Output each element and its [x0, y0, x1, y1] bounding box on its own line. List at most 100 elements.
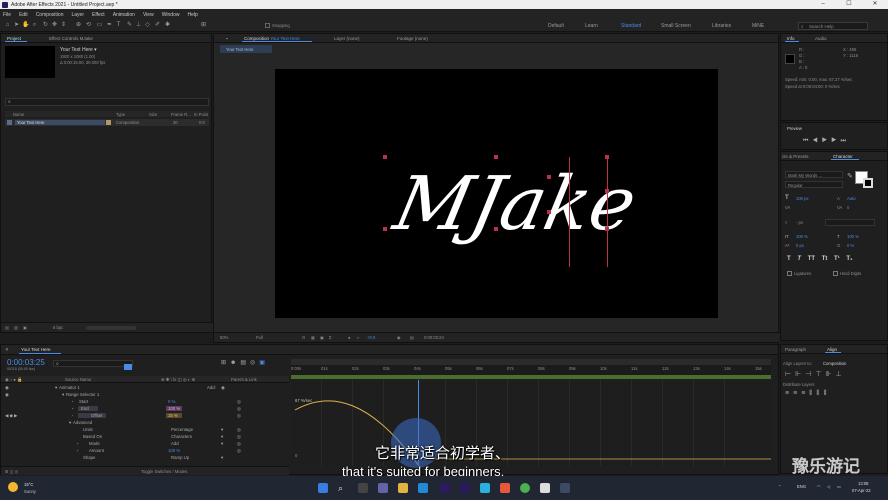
ligatures-checkbox[interactable] — [787, 271, 792, 276]
bounding-handle[interactable] — [383, 227, 387, 231]
lock-icon[interactable]: ▪ — [226, 36, 228, 41]
range-selector-start-guide[interactable] — [569, 157, 570, 267]
tab-layer[interactable]: Layer (none) — [334, 36, 360, 41]
col-source-name[interactable]: Source Name — [65, 377, 91, 382]
timeline-row-amount[interactable]: ◔ Amount 100 % ◎ — [1, 447, 289, 454]
last-frame-icon[interactable]: ⏭ — [840, 138, 849, 144]
workspace-libraries[interactable]: Libraries — [712, 23, 731, 29]
clock-time[interactable]: 13:08 — [858, 481, 868, 486]
tracking-value[interactable]: 0 — [847, 205, 849, 210]
color-channel-icon[interactable]: ● — [348, 335, 351, 340]
zoom-tool-icon[interactable]: ⌕ — [31, 22, 38, 29]
distribute-vcenter-icon[interactable]: ≡ — [793, 390, 801, 397]
col-name[interactable]: Name — [13, 112, 24, 117]
stopwatch-active-icon[interactable]: ◔ — [71, 413, 74, 418]
timeline-row-advanced[interactable]: ▾ Advanced — [1, 419, 289, 426]
menu-composition[interactable]: Composition — [36, 12, 64, 18]
subscript-button[interactable]: T₁ — [846, 256, 852, 262]
eyedropper-icon[interactable]: ✎ — [847, 172, 853, 180]
timeline-row-units[interactable]: Units Percentage ▾ ◎ — [1, 426, 289, 433]
timeline-row-offset[interactable]: ◀ ◆ ▶ ◔ Offset 15 % ◎ — [1, 412, 289, 419]
graph-editor-icon[interactable]: ▣ — [259, 360, 269, 366]
app-taskbar-icon[interactable] — [560, 483, 570, 493]
align-left-icon[interactable]: ⊢ — [785, 371, 795, 378]
col-in-point[interactable]: In Point — [194, 112, 208, 117]
puppet-pin-tool-icon[interactable]: ✱ — [164, 22, 171, 29]
hand-tool-icon[interactable]: ✋ — [22, 22, 29, 29]
align-hcenter-icon[interactable]: ⊩ — [795, 371, 805, 378]
pan-tool-icon[interactable]: ✥ — [51, 22, 58, 29]
exposure-value[interactable]: +0.0 — [367, 335, 375, 340]
timeline-search-input[interactable]: ⌕ — [53, 360, 133, 367]
leading-value[interactable]: Auto — [847, 196, 856, 201]
font-family-dropdown[interactable]: Mark My Words ... — [785, 171, 843, 178]
timeline-row-start[interactable]: ◔ Start 0 % ◎ — [1, 398, 289, 405]
comp-timecode[interactable]: 0:00:03:24 — [424, 335, 444, 340]
thumbnail-size-slider[interactable] — [86, 326, 136, 330]
stroke-width-value[interactable]: - px — [796, 220, 803, 225]
menu-edit[interactable]: Edit — [19, 12, 28, 18]
exposure-reset-icon[interactable]: ◐ — [357, 335, 360, 340]
menu-help[interactable]: Help — [187, 12, 197, 18]
motion-blur-icon[interactable]: ◎ — [250, 360, 259, 366]
draft-3d-icon[interactable]: ⊞ — [221, 360, 230, 366]
align-vcenter-icon[interactable]: ⊪ — [825, 371, 835, 378]
tray-chevron-icon[interactable]: ⌃ — [778, 484, 782, 489]
workspace-mine[interactable]: MiNE — [752, 23, 764, 29]
close-icon[interactable]: ✕ — [862, 0, 888, 9]
search-help-input[interactable]: ⌕ Search Help — [798, 22, 868, 30]
timeline-row-animator[interactable]: ◉ ▾ Animator 1 Add: ◉ — [1, 384, 289, 391]
time-ruler[interactable]: 0:00s 01s 02s 03s 04s 05s 06s 07s 08s 09… — [291, 365, 771, 375]
tab-effect-controls[interactable]: Effect Controls MJake — [49, 36, 93, 41]
bounding-handle[interactable] — [547, 210, 551, 214]
based-on-dropdown[interactable]: Characters — [171, 434, 192, 439]
clone-stamp-tool-icon[interactable]: ⊥ — [135, 22, 142, 29]
toggle-switches-modes[interactable]: Toggle Switches / Modes — [141, 469, 187, 474]
menu-file[interactable]: File — [3, 12, 11, 18]
project-search-input[interactable]: ⌕ — [5, 98, 209, 106]
dolly-tool-icon[interactable]: ⇕ — [60, 22, 67, 29]
composition-canvas[interactable]: MJake — [275, 69, 718, 318]
workspace-small-screen[interactable]: Small Screen — [661, 23, 691, 29]
baseline-shift-value[interactable]: 0 px — [796, 243, 804, 248]
premiere-taskbar-icon[interactable] — [460, 483, 470, 493]
menu-layer[interactable]: Layer — [71, 12, 84, 18]
faux-bold-button[interactable]: T — [787, 256, 791, 262]
app-taskbar-icon[interactable] — [480, 483, 490, 493]
bounding-handle[interactable] — [383, 155, 387, 159]
weather-desc[interactable]: Sunny — [24, 489, 36, 494]
amount-value[interactable]: 100 % — [168, 448, 180, 453]
timeline-row-mode[interactable]: ◔ Mode Add ▾ ◎ — [1, 440, 289, 447]
close-tab-icon[interactable]: ✕ — [5, 347, 9, 353]
align-top-icon[interactable]: ⊤ — [815, 371, 825, 378]
clock-date[interactable]: 07-Apr-22 — [852, 488, 871, 493]
interpret-footage-icon[interactable]: ▤ — [5, 325, 9, 330]
layer-switches-icon[interactable]: ⊞ ◫ ◎ — [5, 469, 18, 474]
file-explorer-icon[interactable] — [398, 483, 408, 493]
offset-value[interactable]: 15 % — [168, 413, 178, 418]
app-taskbar-icon[interactable] — [540, 483, 550, 493]
battery-icon[interactable]: ▭ — [837, 484, 841, 489]
distribute-top-icon[interactable]: ≡ — [785, 390, 793, 397]
vertical-scale-value[interactable]: 100 % — [796, 234, 808, 239]
horizontal-scale-value[interactable]: 100 % — [847, 234, 859, 239]
label-color-swatch[interactable] — [106, 120, 111, 125]
snapping-checkbox[interactable] — [265, 23, 270, 28]
wifi-icon[interactable]: ◠ — [817, 484, 821, 489]
tab-audio[interactable]: Audio — [815, 36, 827, 41]
first-frame-icon[interactable]: ⏮ — [803, 138, 812, 144]
weather-temp[interactable]: 15°C — [24, 482, 33, 487]
units-dropdown[interactable]: Percentage — [171, 427, 193, 432]
rotate-tool-icon[interactable]: ⟲ — [85, 22, 92, 29]
stopwatch-icon[interactable]: ◔ — [76, 448, 79, 453]
end-value[interactable]: 100 % — [168, 406, 180, 411]
orbit-tool-icon[interactable]: ↻ — [42, 22, 49, 29]
start-value[interactable]: 0 % — [168, 399, 175, 404]
timeline-row-range-selector[interactable]: ◉ ▾ Range Selector 1 — [1, 391, 289, 398]
playhead-marker[interactable] — [124, 364, 132, 370]
hindi-digits-checkbox[interactable] — [833, 271, 838, 276]
home-icon[interactable]: ⌂ — [4, 22, 11, 29]
work-area-bar[interactable] — [291, 375, 771, 379]
menu-animation[interactable]: Animation — [113, 12, 135, 18]
tab-effects-presets[interactable]: cts & Presets — [782, 154, 809, 159]
